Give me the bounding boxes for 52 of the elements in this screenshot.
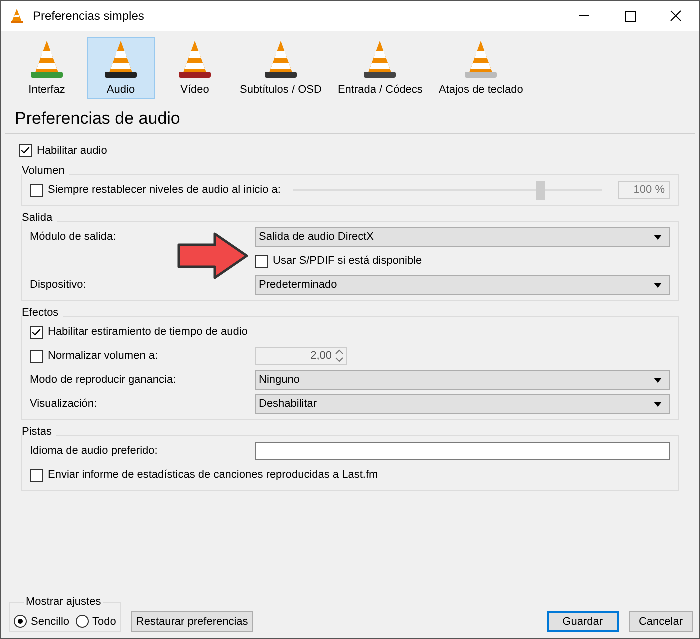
- caret-icon: [654, 402, 662, 406]
- caret-icon: [654, 282, 662, 288]
- dropdown[interactable]: Salida de audio DirectX: [255, 227, 670, 247]
- group-title: Pistas: [22, 426, 56, 438]
- group-title: Mostrar ajustes: [24, 596, 104, 608]
- cancel-button[interactable]: Cancelar: [629, 611, 693, 632]
- group-title: Efectos: [22, 307, 63, 319]
- group-title: Volumen: [22, 165, 69, 177]
- window-title: Preferencias simples: [33, 9, 144, 23]
- category-tab[interactable]: Atajos de teclado: [434, 37, 528, 99]
- radio-option[interactable]: Sencillo: [14, 615, 70, 628]
- enable-audio-checkbox[interactable]: Habilitar audio: [19, 144, 679, 157]
- radio-button[interactable]: [76, 615, 89, 628]
- group-title: Salida: [22, 212, 57, 224]
- checkbox[interactable]: [30, 350, 43, 362]
- checkbox-option[interactable]: Habilitar estiramiento de tiempo de audio: [30, 326, 248, 338]
- checkbox-option[interactable]: Enviar informe de estadísticas de canciones reproducidas a Last.fm: [30, 468, 378, 482]
- field-label: Idioma de audio preferido:: [30, 445, 159, 457]
- checkbox[interactable]: [30, 468, 43, 482]
- field-label: Módulo de salida:: [30, 231, 118, 243]
- radio-option[interactable]: Todo: [76, 615, 116, 628]
- field-label: Visualización:: [30, 398, 98, 410]
- checkbox[interactable]: [30, 326, 43, 338]
- reset-button[interactable]: Restaurar preferencias: [131, 611, 254, 632]
- checkbox-option[interactable]: Siempre restablecer niveles de audio al inicio a:: [30, 184, 281, 196]
- spinner-arrows-icon: [335, 349, 344, 363]
- checkbox[interactable]: [30, 184, 43, 196]
- caret-icon: [654, 234, 662, 240]
- category-tab[interactable]: Entrada / Códecs: [332, 37, 428, 99]
- input-field[interactable]: [255, 442, 670, 460]
- dropdown[interactable]: Predeterminado: [255, 275, 670, 295]
- category-tab[interactable]: Subtítulos / OSD: [235, 37, 327, 99]
- radio-button[interactable]: [14, 615, 27, 628]
- spin-field[interactable]: 2,00: [255, 347, 347, 365]
- field-label: Modo de reproducir ganancia:: [30, 374, 178, 386]
- field-label: Dispositivo:: [30, 279, 88, 291]
- caret-icon: [654, 378, 662, 382]
- checkbox[interactable]: [255, 254, 268, 268]
- pointer-arrow: [177, 232, 249, 280]
- slider-thumb[interactable]: [536, 180, 546, 200]
- cone-icon: [9, 8, 25, 24]
- checkbox[interactable]: [19, 144, 32, 157]
- category-tab[interactable]: Audio: [87, 37, 155, 99]
- checkbox-option[interactable]: Normalizar volumen a:: [30, 350, 255, 362]
- category-tab[interactable]: Interfaz: [13, 37, 81, 99]
- dropdown[interactable]: Ninguno: [255, 370, 670, 390]
- dropdown[interactable]: Deshabilitar: [255, 394, 670, 414]
- volume-field[interactable]: 100 %: [618, 181, 670, 199]
- save-button[interactable]: Guardar: [546, 611, 619, 632]
- page-heading: Preferencias de audio: [5, 101, 695, 134]
- checkbox-option[interactable]: Usar S/PDIF si está disponible: [255, 254, 670, 268]
- category-tab[interactable]: Vídeo: [161, 37, 229, 99]
